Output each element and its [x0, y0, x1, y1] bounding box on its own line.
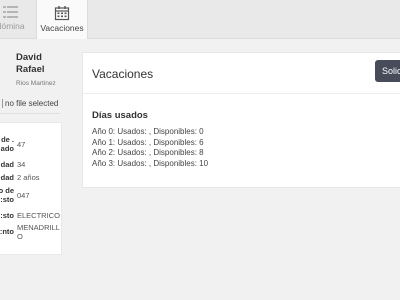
request-vacation-button[interactable]: Solicitar: [375, 60, 400, 82]
info-key: sto:: [0, 195, 14, 204]
info-key: o de: [0, 186, 14, 195]
info-key: sto:: [0, 211, 14, 220]
list-item: Año 1: Usados: , Disponibles: 6: [92, 137, 204, 147]
info-key: ado:: [0, 144, 14, 153]
list-item: Año 0: Usados: , Disponibles: 0: [92, 127, 204, 136]
employee-surname: Rios Martinez: [16, 80, 56, 87]
file-input[interactable]: no file selected: [0, 99, 59, 109]
top-tab-bar: Nómina Vacaciones: [0, 0, 400, 39]
tab-nomina-label: Nómina: [0, 21, 25, 31]
info-key: dad:: [0, 173, 14, 182]
calendar-icon: [54, 5, 70, 21]
list-icon: [1, 5, 19, 19]
divider: [83, 93, 400, 94]
years-list: Año 0: Usados: , Disponibles: 0 Año 1: U…: [92, 127, 208, 169]
tab-vacaciones[interactable]: Vacaciones: [36, 0, 88, 39]
tab-nomina[interactable]: Nómina: [0, 0, 34, 38]
info-key: dad:: [0, 160, 14, 169]
info-value: 34: [17, 160, 26, 169]
info-value: 47: [17, 140, 26, 149]
info-value: 2 años: [17, 173, 40, 182]
divider: [0, 113, 60, 114]
section-title: Días usados: [92, 110, 148, 121]
card-title: Vacaciones: [92, 67, 154, 81]
info-key: nto:: [0, 227, 14, 236]
list-item: Año 3: Usados: , Disponibles: 10: [92, 158, 209, 168]
info-value: ELECTRICO: [17, 211, 60, 220]
employee-info-card: . de ado: 47 dad: 34 dad: 2 años o de st…: [0, 122, 62, 255]
list-item: Año 2: Usados: , Disponibles: 8: [92, 148, 204, 157]
file-status: no file selected: [5, 99, 59, 108]
info-value: MENADRILLO: [17, 223, 60, 241]
tab-vacaciones-label: Vacaciones: [40, 23, 84, 33]
vacaciones-card: Vacaciones Solicitar Días usados Año 0: …: [82, 52, 400, 188]
info-value: 047: [17, 191, 30, 200]
info-key: . de: [1, 135, 14, 144]
file-choose-button[interactable]: [0, 99, 3, 109]
employee-name: David Rafael: [16, 52, 45, 75]
